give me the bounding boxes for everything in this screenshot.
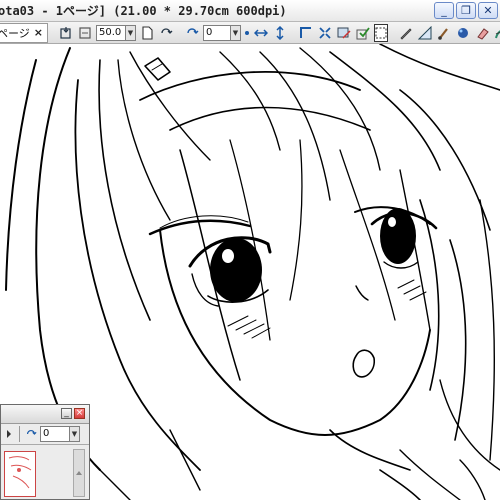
window-titlebar: ota03 - 1ページ] (21.00 * 29.70cm 600dpi) _… xyxy=(0,0,500,22)
check-icon xyxy=(356,26,370,39)
navigator-separator xyxy=(19,426,20,442)
caret-icon xyxy=(7,430,11,438)
main-toolbar: ページ × 50.0 ▼ 0 ▼ xyxy=(0,22,500,44)
fill-icon xyxy=(458,27,468,38)
minimize-icon: _ xyxy=(441,4,447,17)
navigator-rotation-field[interactable]: 0 xyxy=(40,426,70,442)
gradient-icon xyxy=(495,29,500,38)
rotate-icon xyxy=(161,27,173,34)
scroll-arrow-icon xyxy=(76,471,82,475)
pen-tool-icon xyxy=(400,27,412,40)
minimize-icon: _ xyxy=(64,408,69,418)
close-icon: × xyxy=(75,408,84,418)
select-tool-icon xyxy=(300,26,311,38)
pen-tool-button[interactable] xyxy=(398,24,414,42)
app-window: ota03 - 1ページ] (21.00 * 29.70cm 600dpi) _… xyxy=(0,0,500,500)
select-tool-button[interactable] xyxy=(298,24,314,42)
flip-horizontal-icon xyxy=(254,28,268,37)
check-button[interactable] xyxy=(355,24,371,42)
close-icon: ✕ xyxy=(483,4,493,17)
navigator-thumbnail[interactable] xyxy=(4,451,36,497)
navigator-panel: _ × 0 ▼ xyxy=(0,404,90,500)
navigator-back-button[interactable] xyxy=(3,425,15,443)
restore-button[interactable]: ❐ xyxy=(456,2,476,19)
navigator-toolbar: 0 ▼ xyxy=(1,424,89,445)
back-icon xyxy=(60,26,71,39)
rotate-right-button[interactable] xyxy=(184,24,200,42)
navigator-close-button[interactable]: × xyxy=(74,408,85,419)
navigator-rotate-button[interactable] xyxy=(24,425,38,443)
eraser-icon xyxy=(477,27,489,40)
eraser-button[interactable] xyxy=(474,24,490,42)
dot-button[interactable] xyxy=(244,24,250,42)
transform-button[interactable] xyxy=(317,24,333,42)
brush-tool-button[interactable] xyxy=(436,24,452,42)
navigator-minimize-button[interactable]: _ xyxy=(61,408,72,419)
page-button[interactable] xyxy=(139,24,155,42)
marquee-button[interactable] xyxy=(374,23,388,42)
reset-zoom-icon xyxy=(79,26,91,39)
navigator-body xyxy=(1,445,89,500)
document-tab-label: ページ xyxy=(0,26,30,40)
window-title: ota03 - 1ページ] (21.00 * 29.70cm 600dpi) xyxy=(0,4,287,18)
zoom-dropdown-icon[interactable]: ▼ xyxy=(126,24,136,41)
zoom-control: 50.0 ▼ xyxy=(96,24,136,41)
zoom-field[interactable]: 50.0 xyxy=(96,24,126,41)
reset-zoom-button[interactable] xyxy=(77,24,93,42)
close-button[interactable]: ✕ xyxy=(478,2,498,19)
rotation-field[interactable]: 0 xyxy=(203,24,231,41)
back-button[interactable] xyxy=(58,24,74,42)
flip-horizontal-button[interactable] xyxy=(253,24,269,42)
window-controls: _ ❐ ✕ xyxy=(434,2,498,19)
navigator-scrollbar[interactable] xyxy=(73,449,85,497)
tab-close-icon[interactable]: × xyxy=(34,26,43,39)
rotation-dropdown-icon[interactable]: ▼ xyxy=(231,24,241,41)
flip-vertical-icon xyxy=(276,25,284,40)
navigator-dropdown-icon[interactable]: ▼ xyxy=(70,426,80,442)
flip-vertical-button[interactable] xyxy=(272,24,288,42)
rotation-control: 0 ▼ xyxy=(203,24,241,41)
gradient-button[interactable] xyxy=(493,24,500,42)
layer-button[interactable] xyxy=(336,24,352,42)
navigator-rotation-control: 0 ▼ xyxy=(40,426,80,442)
rotate-right-icon xyxy=(187,27,199,34)
marquee-icon xyxy=(375,27,387,38)
minimize-button[interactable]: _ xyxy=(434,2,454,19)
ruler-button[interactable] xyxy=(417,24,433,42)
layer-icon xyxy=(337,27,351,39)
document-tab[interactable]: ページ × xyxy=(0,22,48,43)
fill-button[interactable] xyxy=(455,24,471,42)
navigator-titlebar: _ × xyxy=(1,405,89,424)
rotate-left-button[interactable] xyxy=(158,24,174,42)
rotate-right-icon xyxy=(26,430,37,435)
page-icon xyxy=(142,25,153,40)
transform-icon xyxy=(319,26,331,39)
brush-tool-icon xyxy=(438,27,448,40)
restore-icon: ❐ xyxy=(461,4,471,17)
dot-icon xyxy=(245,30,249,35)
thumbnail-image xyxy=(8,456,32,489)
ruler-icon xyxy=(418,25,432,39)
